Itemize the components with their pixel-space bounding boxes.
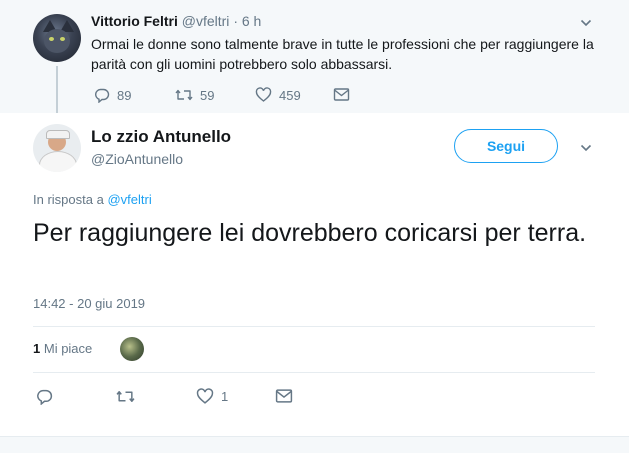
parent-tweet[interactable]: Vittorio Feltri @vfeltri · 6 h Ormai le …: [0, 0, 629, 113]
retweet-icon: [175, 89, 193, 101]
parent-author: Vittorio Feltri @vfeltri · 6 h: [91, 13, 261, 29]
divider: [33, 372, 595, 373]
heart-icon: [255, 87, 272, 102]
avatar[interactable]: [33, 124, 81, 172]
divider: [33, 326, 595, 327]
reply-prefix: In risposta a: [33, 192, 104, 207]
tweet-time[interactable]: · 6 h: [233, 13, 261, 29]
retweet-count: 59: [200, 87, 215, 103]
tweet-text: Per raggiungere lei dovrebbero coricarsi…: [33, 219, 587, 247]
follow-button[interactable]: Segui: [454, 129, 558, 163]
reply-button[interactable]: 89: [94, 87, 131, 103]
author-name[interactable]: Vittorio Feltri: [91, 13, 178, 29]
like-button[interactable]: 459: [255, 87, 301, 103]
retweet-button[interactable]: 59: [175, 87, 214, 103]
tweet-timestamp[interactable]: 14:42 - 20 giu 2019: [33, 296, 145, 311]
reply-section-edge: [0, 436, 629, 453]
author-handle[interactable]: @vfeltri: [182, 13, 230, 29]
chevron-down-icon[interactable]: [580, 17, 592, 29]
likes-label: Mi piace: [43, 341, 93, 356]
dm-button[interactable]: [275, 388, 293, 404]
likes-count: 1: [33, 341, 41, 356]
likes-stat[interactable]: 1 Mi piace: [33, 341, 92, 356]
retweet-button[interactable]: [116, 388, 135, 405]
envelope-icon: [333, 88, 350, 101]
dm-button[interactable]: [333, 87, 350, 102]
reply-button[interactable]: [36, 388, 53, 405]
avatar[interactable]: [33, 14, 81, 62]
thread-line: [56, 66, 58, 113]
reply-count: 89: [117, 87, 132, 103]
heart-icon: [196, 388, 214, 404]
retweet-icon: [116, 391, 135, 402]
envelope-icon: [275, 389, 293, 403]
author-name[interactable]: Lo zzio Antunello: [91, 127, 231, 147]
like-count: 1: [221, 389, 229, 404]
liker-avatar[interactable]: [120, 337, 144, 361]
chevron-down-icon[interactable]: [580, 142, 592, 154]
like-count: 459: [279, 87, 301, 103]
author-handle[interactable]: @ZioAntunello: [91, 151, 183, 167]
reply-icon: [37, 389, 53, 405]
reply-handle-link[interactable]: @vfeltri: [107, 192, 151, 207]
reply-icon: [95, 88, 110, 103]
like-button[interactable]: 1: [196, 388, 228, 405]
parent-tweet-text: Ormai le donne sono talmente brave in tu…: [91, 36, 594, 72]
reply-context: In risposta a @vfeltri: [33, 192, 152, 207]
